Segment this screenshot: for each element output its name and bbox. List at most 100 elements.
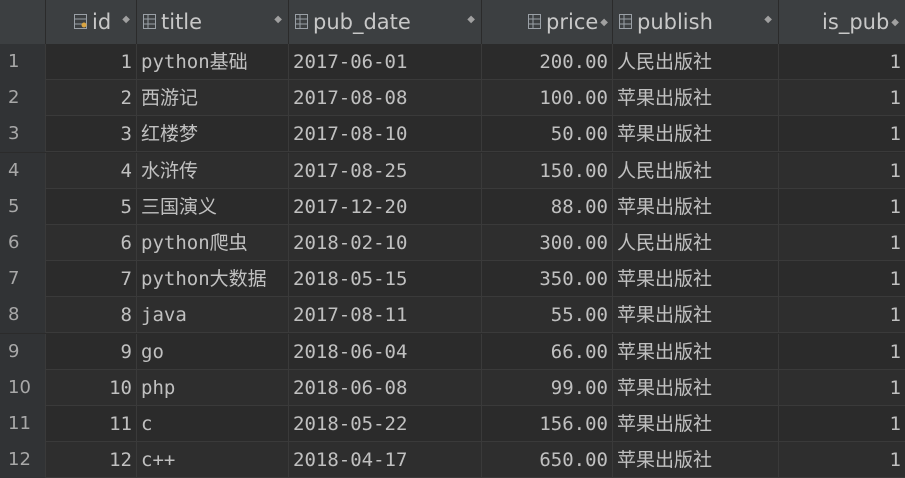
cell-publish[interactable]: 苹果出版社 (613, 297, 779, 334)
cell-publish[interactable]: 人民出版社 (613, 44, 779, 80)
cell-publish[interactable]: 苹果出版社 (613, 80, 779, 117)
cell-id[interactable]: 12 (46, 442, 137, 478)
table-row[interactable]: 9 9 go 2018-06-04 66.00 苹果出版社 1 (0, 333, 905, 370)
cell-is-pub[interactable]: 1 (779, 44, 905, 80)
column-header-id[interactable]: id ◆ (46, 0, 137, 44)
table-row[interactable]: 10 10 php 2018-06-08 99.00 苹果出版社 1 (0, 369, 905, 406)
column-header-pub-date[interactable]: pub_date ◆ (289, 0, 482, 44)
cell-id[interactable]: 6 (46, 225, 137, 261)
cell-publish[interactable]: 人民出版社 (613, 152, 779, 189)
cell-is-pub[interactable]: 1 (779, 153, 905, 189)
sort-icon[interactable]: ◆ (122, 14, 130, 25)
cell-title[interactable]: 水浒传 (137, 152, 289, 189)
cell-is-pub[interactable]: 1 (779, 442, 905, 478)
cell-publish[interactable]: 苹果出版社 (613, 188, 779, 225)
sort-icon[interactable]: ◆ (891, 17, 899, 28)
column-header-publish[interactable]: publish ◆ (613, 0, 779, 44)
column-header-is-pub[interactable]: is_pub ◆ (779, 0, 905, 44)
row-number-header (0, 0, 46, 44)
cell-pub-date[interactable]: 2018-05-15 (289, 261, 482, 298)
cell-pub-date[interactable]: 2017-06-01 (289, 44, 482, 80)
cell-id[interactable]: 4 (46, 152, 137, 189)
cell-price[interactable]: 650.00 (482, 442, 613, 478)
cell-title[interactable]: python基础 (137, 44, 289, 80)
cell-is-pub[interactable]: 1 (779, 297, 905, 333)
cell-is-pub[interactable]: 1 (779, 116, 905, 152)
cell-price[interactable]: 88.00 (482, 188, 613, 225)
cell-is-pub[interactable]: 1 (779, 334, 905, 370)
cell-is-pub[interactable]: 1 (779, 80, 905, 116)
column-header-title[interactable]: title ◆ (137, 0, 289, 44)
cell-price[interactable]: 50.00 (482, 116, 613, 153)
cell-id[interactable]: 11 (46, 406, 137, 442)
table-row[interactable]: 6 6 python爬虫 2018-02-10 300.00 人民出版社 1 (0, 225, 905, 261)
cell-title[interactable]: 西游记 (137, 80, 289, 117)
cell-is-pub[interactable]: 1 (779, 189, 905, 225)
cell-pub-date[interactable]: 2017-08-25 (289, 152, 482, 189)
cell-title[interactable]: java (137, 297, 289, 334)
cell-title[interactable]: c (137, 406, 289, 442)
sort-icon[interactable]: ◆ (764, 14, 772, 25)
sort-icon[interactable]: ◆ (274, 14, 282, 25)
cell-publish[interactable]: 苹果出版社 (613, 261, 779, 298)
table-row[interactable]: 8 8 java 2017-08-11 55.00 苹果出版社 1 (0, 297, 905, 334)
cell-is-pub[interactable]: 1 (779, 261, 905, 297)
cell-publish[interactable]: 苹果出版社 (613, 116, 779, 153)
cell-pub-date[interactable]: 2017-08-10 (289, 116, 482, 153)
cell-title[interactable]: python爬虫 (137, 225, 289, 261)
cell-is-pub[interactable]: 1 (779, 225, 905, 261)
table-row[interactable]: 2 2 西游记 2017-08-08 100.00 苹果出版社 1 (0, 80, 905, 117)
cell-id[interactable]: 7 (46, 261, 137, 298)
cell-id[interactable]: 9 (46, 333, 137, 370)
cell-price[interactable]: 66.00 (482, 333, 613, 370)
cell-pub-date[interactable]: 2017-08-11 (289, 297, 482, 334)
cell-pub-date[interactable]: 2018-05-22 (289, 406, 482, 442)
cell-id[interactable]: 8 (46, 297, 137, 334)
cell-price[interactable]: 99.00 (482, 369, 613, 406)
cell-price[interactable]: 200.00 (482, 44, 613, 80)
cell-title[interactable]: go (137, 333, 289, 370)
table-row[interactable]: 7 7 python大数据 2018-05-15 350.00 苹果出版社 1 (0, 261, 905, 298)
cell-pub-date[interactable]: 2017-08-08 (289, 80, 482, 117)
cell-pub-date[interactable]: 2018-06-08 (289, 369, 482, 406)
cell-publish[interactable]: 苹果出版社 (613, 369, 779, 406)
table-row[interactable]: 1 1 python基础 2017-06-01 200.00 人民出版社 1 (0, 44, 905, 80)
table-row[interactable]: 12 12 c++ 2018-04-17 650.00 苹果出版社 1 (0, 442, 905, 478)
row-number: 6 (0, 225, 46, 261)
cell-publish[interactable]: 苹果出版社 (613, 442, 779, 478)
cell-price[interactable]: 100.00 (482, 80, 613, 117)
cell-pub-date[interactable]: 2017-12-20 (289, 188, 482, 225)
cell-price[interactable]: 150.00 (482, 152, 613, 189)
cell-pub-date[interactable]: 2018-02-10 (289, 225, 482, 261)
cell-title[interactable]: c++ (137, 442, 289, 478)
cell-title[interactable]: 红楼梦 (137, 116, 289, 153)
cell-id[interactable]: 3 (46, 116, 137, 153)
cell-publish[interactable]: 苹果出版社 (613, 333, 779, 370)
table-row[interactable]: 3 3 红楼梦 2017-08-10 50.00 苹果出版社 1 (0, 116, 905, 153)
cell-publish[interactable]: 人民出版社 (613, 225, 779, 261)
cell-is-pub[interactable]: 1 (779, 370, 905, 406)
table-row[interactable]: 11 11 c 2018-05-22 156.00 苹果出版社 1 (0, 406, 905, 442)
cell-title[interactable]: python大数据 (137, 261, 289, 298)
cell-title[interactable]: php (137, 369, 289, 406)
sort-icon[interactable]: ◆ (467, 14, 475, 25)
table-row[interactable]: 4 4 水浒传 2017-08-25 150.00 人民出版社 1 (0, 152, 905, 189)
cell-id[interactable]: 1 (46, 44, 137, 80)
cell-pub-date[interactable]: 2018-06-04 (289, 333, 482, 370)
cell-id[interactable]: 10 (46, 369, 137, 406)
cell-price[interactable]: 350.00 (482, 261, 613, 298)
cell-pub-date[interactable]: 2018-04-17 (289, 442, 482, 478)
cell-price[interactable]: 156.00 (482, 406, 613, 442)
cell-title[interactable]: 三国演义 (137, 188, 289, 225)
cell-price[interactable]: 300.00 (482, 225, 613, 261)
cell-publish[interactable]: 苹果出版社 (613, 406, 779, 442)
column-header-price[interactable]: price ◆ (482, 0, 613, 44)
cell-id[interactable]: 2 (46, 80, 137, 117)
cell-is-pub[interactable]: 1 (779, 406, 905, 442)
table-row[interactable]: 5 5 三国演义 2017-12-20 88.00 苹果出版社 1 (0, 188, 905, 225)
cell-id[interactable]: 5 (46, 188, 137, 225)
row-number: 4 (0, 152, 46, 189)
sort-icon[interactable]: ◆ (600, 17, 608, 28)
column-icon (143, 14, 157, 30)
cell-price[interactable]: 55.00 (482, 297, 613, 334)
